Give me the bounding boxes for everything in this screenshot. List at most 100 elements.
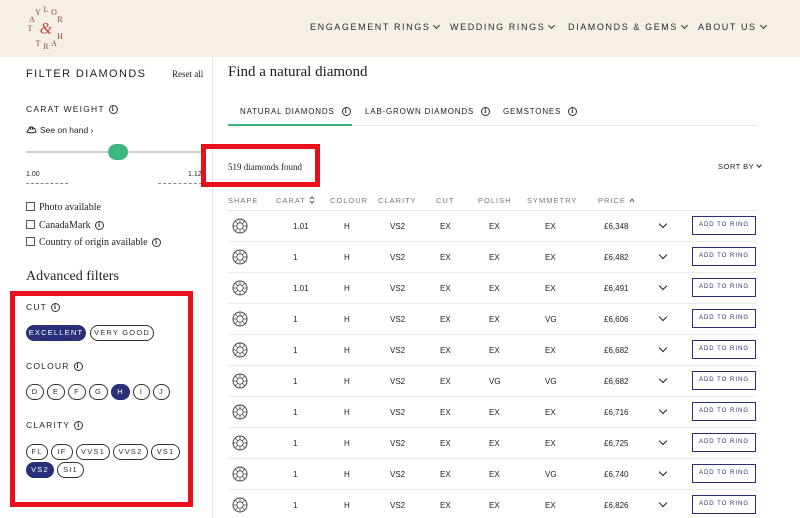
cell-price: £6,482 [604, 253, 629, 262]
info-icon[interactable]: i [341, 107, 351, 116]
table-row[interactable]: 1.01 H VS2 EX EX EX £6,491 ADD TO RING [228, 273, 757, 304]
expand-chevron-icon[interactable] [658, 405, 668, 415]
add-to-ring-button[interactable]: ADD TO RING [692, 216, 756, 235]
expand-chevron-icon[interactable] [658, 250, 668, 260]
cell-price: £6,682 [604, 377, 629, 386]
add-to-ring-button[interactable]: ADD TO RING [692, 495, 756, 514]
cell-colour: H [344, 346, 350, 355]
checkbox-box[interactable] [26, 237, 35, 246]
add-to-ring-button[interactable]: ADD TO RING [692, 402, 756, 421]
filter-title: FILTER DIAMONDS [26, 68, 147, 80]
column-header-price[interactable]: PRICE [598, 196, 635, 205]
table-row[interactable]: 1.01 H VS2 EX EX EX £6,348 ADD TO RING [228, 211, 757, 242]
chevron-down-icon [433, 21, 441, 30]
reset-all-link[interactable]: Reset all [172, 69, 203, 79]
expand-chevron-icon[interactable] [658, 436, 668, 446]
expand-chevron-icon[interactable] [658, 219, 668, 229]
nav-label: ABOUT US [698, 22, 757, 32]
cell-symmetry: EX [545, 346, 556, 355]
tab-gemstones[interactable]: GEMSTONES i [503, 107, 578, 116]
add-to-ring-button[interactable]: ADD TO RING [692, 371, 756, 390]
expand-chevron-icon[interactable] [658, 312, 668, 322]
cell-cut: EX [440, 253, 451, 262]
cell-colour: H [344, 501, 350, 510]
nav-about-us[interactable]: ABOUT US [698, 21, 767, 32]
photo-available-checkbox[interactable]: Photo available [26, 202, 101, 213]
add-to-ring-button[interactable]: ADD TO RING [692, 340, 756, 359]
cell-cut: EX [440, 408, 451, 417]
expand-chevron-icon[interactable] [658, 374, 668, 384]
tab-natural-diamonds[interactable]: NATURAL DIAMONDS i [240, 107, 351, 116]
logo-letter: L [44, 5, 49, 14]
cell-carat: 1 [293, 408, 298, 417]
nav-engagement-rings[interactable]: ENGAGEMENT RINGS [310, 21, 441, 32]
carat-min-value[interactable]: 1.00 [26, 171, 40, 178]
table-row[interactable]: 1 H VS2 EX EX EX £6,826 ADD TO RING [228, 490, 757, 518]
nav-label: ENGAGEMENT RINGS [310, 22, 431, 32]
table-row[interactable]: 1 H VS2 EX EX EX £6,682 ADD TO RING [228, 335, 757, 366]
checkbox-box[interactable] [26, 202, 35, 211]
cell-symmetry: VG [545, 315, 557, 324]
carat-slider-thumb[interactable] [108, 144, 128, 160]
country-origin-checkbox[interactable]: Country of origin available i [26, 237, 161, 248]
expand-chevron-icon[interactable] [658, 343, 668, 353]
tab-lab-grown-diamonds[interactable]: LAB-GROWN DIAMONDS i [365, 107, 491, 116]
cell-polish: EX [489, 222, 500, 231]
cell-carat: 1.01 [293, 284, 309, 293]
cell-carat: 1 [293, 501, 298, 510]
cell-cut: EX [440, 470, 451, 479]
table-row[interactable]: 1 H VS2 EX EX EX £6,716 ADD TO RING [228, 397, 757, 428]
sort-by-dropdown[interactable]: SORT BY [718, 162, 762, 171]
cell-symmetry: VG [545, 377, 557, 386]
chevron-down-icon [756, 162, 762, 168]
add-to-ring-button[interactable]: ADD TO RING [692, 309, 756, 328]
cell-price: £6,716 [604, 408, 629, 417]
checkbox-box[interactable] [26, 220, 35, 229]
table-row[interactable]: 1 H VS2 EX EX VG £6,740 ADD TO RING [228, 459, 757, 490]
nav-diamonds-gems[interactable]: DIAMONDS & GEMS [568, 21, 689, 32]
carat-max-value[interactable]: 1.12 [188, 171, 202, 178]
expand-chevron-icon[interactable] [658, 281, 668, 291]
table-row[interactable]: 1 H VS2 EX EX EX £6,482 ADD TO RING [228, 242, 757, 273]
expand-chevron-icon[interactable] [658, 498, 668, 508]
active-tab-indicator [228, 124, 352, 126]
table-row[interactable]: 1 H VS2 EX EX EX £6,725 ADD TO RING [228, 428, 757, 459]
site-header: T A Y L O R H A R T & ENGAGEMENT RINGS WEDDING RIN… [0, 0, 800, 57]
see-on-hand-link[interactable]: See on hand › [26, 125, 93, 135]
add-to-ring-button[interactable]: ADD TO RING [692, 433, 756, 452]
cell-price: £6,606 [604, 315, 629, 324]
add-to-ring-button[interactable]: ADD TO RING [692, 278, 756, 297]
cell-price: £6,491 [604, 284, 629, 293]
logo-letter: R [57, 15, 63, 24]
table-row[interactable]: 1 H VS2 EX VG VG £6,682 ADD TO RING [228, 366, 757, 397]
info-icon[interactable]: i [568, 107, 578, 116]
cell-cut: EX [440, 284, 451, 293]
cell-colour: H [344, 377, 350, 386]
nav-wedding-rings[interactable]: WEDDING RINGS [450, 21, 556, 32]
canadamark-checkbox[interactable]: CanadaMark i [26, 220, 104, 231]
logo-letter: R [43, 42, 49, 51]
taylor-hart-logo[interactable]: TAY L ORHART& [22, 5, 70, 53]
cell-price: £6,740 [604, 470, 629, 479]
info-icon[interactable]: i [151, 238, 161, 247]
info-icon[interactable]: i [94, 221, 104, 230]
cell-symmetry: EX [545, 253, 556, 262]
column-header-carat[interactable]: CARAT [276, 196, 315, 205]
cell-carat: 1.01 [293, 222, 309, 231]
logo-letter: Y [35, 8, 41, 17]
logo-ampersand: & [40, 21, 53, 38]
info-icon[interactable]: i [108, 105, 118, 114]
cell-colour: H [344, 439, 350, 448]
carat-max-underline [158, 183, 202, 184]
add-to-ring-button[interactable]: ADD TO RING [692, 464, 756, 483]
info-icon[interactable]: i [481, 107, 491, 116]
logo-letter: T [28, 24, 33, 33]
add-to-ring-button[interactable]: ADD TO RING [692, 247, 756, 266]
hand-icon [26, 126, 37, 134]
carat-weight-label: CARAT WEIGHT i [26, 104, 118, 114]
round-diamond-icon [232, 280, 248, 296]
table-row[interactable]: 1 H VS2 EX EX VG £6,606 ADD TO RING [228, 304, 757, 335]
carat-min-underline [26, 183, 68, 184]
cell-polish: EX [489, 284, 500, 293]
expand-chevron-icon[interactable] [658, 467, 668, 477]
